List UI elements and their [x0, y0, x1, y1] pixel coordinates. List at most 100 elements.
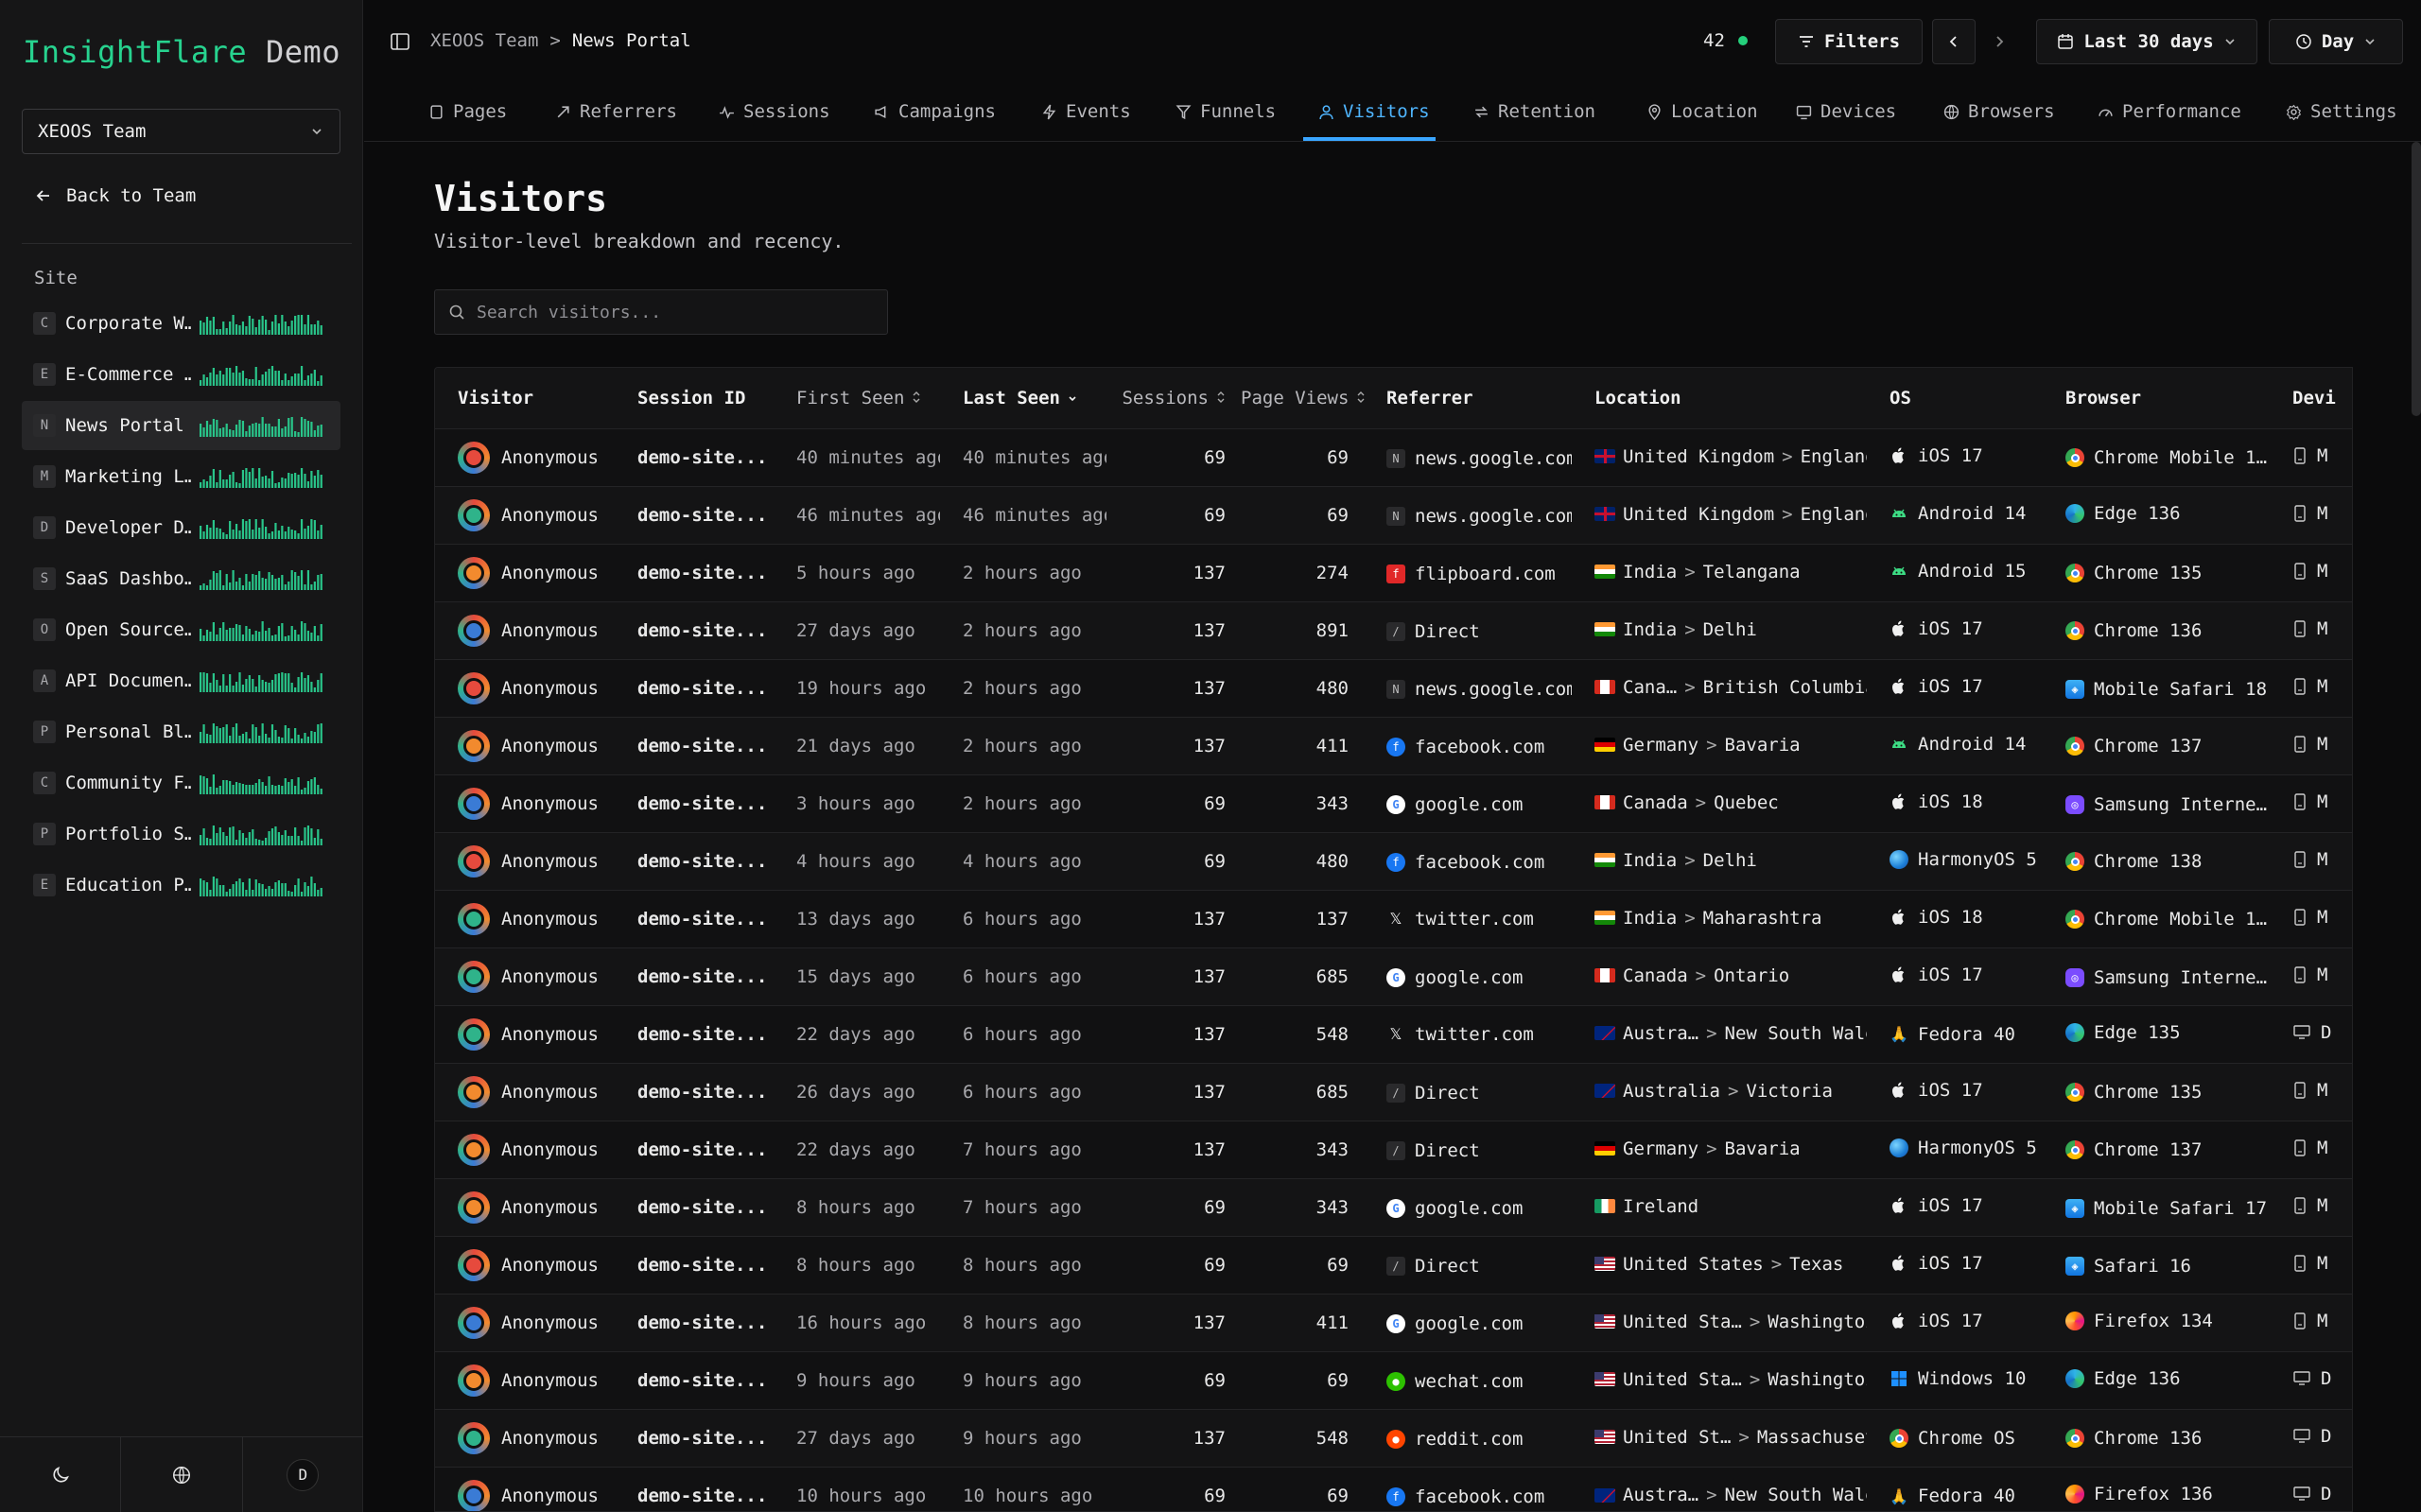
sidebar-site-item[interactable]: S SaaS Dashbo… [22, 554, 340, 603]
date-range-select[interactable]: Last 30 days [2036, 19, 2257, 64]
tab-location[interactable]: Location [1646, 101, 1758, 122]
table-row[interactable]: Anonymous demo-site... 5 hours ago 2 hou… [435, 543, 2352, 601]
tab-events[interactable]: Events [1041, 101, 1131, 122]
table-row[interactable]: Anonymous demo-site... 8 hours ago 7 hou… [435, 1177, 2352, 1236]
session-id-cell[interactable]: demo-site... [615, 1235, 774, 1294]
session-id-cell[interactable]: demo-site... [615, 831, 774, 890]
tab-browsers[interactable]: Browsers [1943, 101, 2055, 122]
sidebar-site-item[interactable]: N News Portal [22, 401, 340, 450]
next-period-button[interactable] [1977, 19, 2021, 64]
sidebar-site-item[interactable]: A API Documen… [22, 656, 340, 705]
sidebar-site-item[interactable]: C Corporate W… [22, 299, 340, 348]
table-row[interactable]: Anonymous demo-site... 22 days ago 7 hou… [435, 1120, 2352, 1178]
session-id-cell[interactable]: demo-site... [615, 716, 774, 774]
user-menu-button[interactable]: D [243, 1437, 363, 1512]
sidebar-site-item[interactable]: E Education P… [22, 860, 340, 910]
visitor-cell[interactable]: Anonymous [435, 1120, 615, 1178]
sidebar-site-item[interactable]: P Portfolio S… [22, 809, 340, 859]
session-id-cell[interactable]: demo-site... [615, 427, 774, 486]
table-row[interactable]: Anonymous demo-site... 4 hours ago 4 hou… [435, 831, 2352, 890]
sidebar-toggle-icon[interactable] [390, 31, 410, 52]
sidebar-site-item[interactable]: P Personal Bl… [22, 707, 340, 756]
search-visitors[interactable]: Search visitors... [434, 289, 888, 335]
session-id-cell[interactable]: demo-site... [615, 773, 774, 832]
page-scrollbar[interactable] [2412, 142, 2421, 416]
visitor-cell[interactable]: Anonymous [435, 1408, 615, 1467]
column-header[interactable]: Last Seen [940, 368, 1106, 428]
visitor-cell[interactable]: Anonymous [435, 1350, 615, 1409]
visitor-cell[interactable]: Anonymous [435, 485, 615, 544]
visitor-cell[interactable]: Anonymous [435, 1466, 615, 1511]
prev-period-button[interactable] [1932, 19, 1976, 64]
search-input[interactable]: Search visitors... [477, 303, 661, 322]
breadcrumb-team[interactable]: XEOOS Team [430, 30, 538, 51]
tab-campaigns[interactable]: Campaigns [874, 101, 996, 122]
session-id-cell[interactable]: demo-site... [615, 1004, 774, 1063]
tab-performance[interactable]: Performance [2098, 101, 2241, 122]
visitor-cell[interactable]: Anonymous [435, 1177, 615, 1236]
sidebar-site-item[interactable]: D Developer D… [22, 503, 340, 552]
session-id-cell[interactable]: demo-site... [615, 1120, 774, 1178]
session-id-cell[interactable]: demo-site... [615, 543, 774, 601]
visitor-cell[interactable]: Anonymous [435, 1235, 615, 1294]
session-id-cell[interactable]: demo-site... [615, 1062, 774, 1121]
sidebar-site-item[interactable]: C Community F… [22, 758, 340, 808]
tab-visitors[interactable]: Visitors [1318, 101, 1430, 122]
session-id-cell[interactable]: demo-site... [615, 1177, 774, 1236]
tab-retention[interactable]: Retention [1473, 101, 1595, 122]
session-id-cell[interactable]: demo-site... [615, 889, 774, 947]
table-row[interactable]: Anonymous demo-site... 3 hours ago 2 hou… [435, 773, 2352, 832]
tab-sessions[interactable]: Sessions [719, 101, 830, 122]
team-select[interactable]: XEOOS Team [22, 109, 340, 154]
tab-pages[interactable]: Pages [428, 101, 507, 122]
table-row[interactable]: Anonymous demo-site... 13 days ago 6 hou… [435, 889, 2352, 947]
visitor-cell[interactable]: Anonymous [435, 1004, 615, 1063]
tab-funnels[interactable]: Funnels [1176, 101, 1276, 122]
visitor-cell[interactable]: Anonymous [435, 1293, 615, 1351]
visitor-cell[interactable]: Anonymous [435, 889, 615, 947]
sidebar-site-item[interactable]: O Open Source… [22, 605, 340, 654]
visitor-cell[interactable]: Anonymous [435, 947, 615, 1005]
granularity-select[interactable]: Day [2269, 19, 2403, 64]
visitor-cell[interactable]: Anonymous [435, 658, 615, 717]
visitor-cell[interactable]: Anonymous [435, 1062, 615, 1121]
session-id-cell[interactable]: demo-site... [615, 1408, 774, 1467]
session-id-cell[interactable]: demo-site... [615, 658, 774, 717]
visitor-cell[interactable]: Anonymous [435, 831, 615, 890]
table-row[interactable]: Anonymous demo-site... 9 hours ago 9 hou… [435, 1350, 2352, 1409]
table-row[interactable]: Anonymous demo-site... 27 days ago 9 hou… [435, 1408, 2352, 1467]
table-row[interactable]: Anonymous demo-site... 19 hours ago 2 ho… [435, 658, 2352, 717]
session-id-cell[interactable]: demo-site... [615, 947, 774, 1005]
session-id-cell[interactable]: demo-site... [615, 485, 774, 544]
tab-referrers[interactable]: Referrers [555, 101, 677, 122]
session-id-cell[interactable]: demo-site... [615, 1350, 774, 1409]
column-header[interactable]: First Seen [774, 368, 940, 428]
sidebar-site-item[interactable]: E E-Commerce … [22, 350, 340, 399]
session-id-cell[interactable]: demo-site... [615, 1293, 774, 1351]
column-header[interactable]: Sessions [1106, 368, 1241, 428]
table-row[interactable]: Anonymous demo-site... 16 hours ago 8 ho… [435, 1293, 2352, 1351]
table-row[interactable]: Anonymous demo-site... 40 minutes ago 40… [435, 427, 2352, 486]
visitor-cell[interactable]: Anonymous [435, 427, 615, 486]
table-row[interactable]: Anonymous demo-site... 10 hours ago 10 h… [435, 1466, 2352, 1511]
table-row[interactable]: Anonymous demo-site... 26 days ago 6 hou… [435, 1062, 2352, 1121]
table-row[interactable]: Anonymous demo-site... 27 days ago 2 hou… [435, 600, 2352, 659]
language-button[interactable] [121, 1437, 243, 1512]
session-id-cell[interactable]: demo-site... [615, 1466, 774, 1511]
table-row[interactable]: Anonymous demo-site... 46 minutes ago 46… [435, 485, 2352, 544]
table-row[interactable]: Anonymous demo-site... 8 hours ago 8 hou… [435, 1235, 2352, 1294]
table-row[interactable]: Anonymous demo-site... 15 days ago 6 hou… [435, 947, 2352, 1005]
tab-settings[interactable]: Settings [2286, 101, 2397, 122]
theme-toggle-button[interactable] [0, 1437, 122, 1512]
session-id-cell[interactable]: demo-site... [615, 600, 774, 659]
back-to-team-link[interactable]: Back to Team [34, 185, 196, 206]
column-header[interactable]: Page Views [1241, 368, 1365, 428]
tab-devices[interactable]: Devices [1796, 101, 1896, 122]
table-row[interactable]: Anonymous demo-site... 22 days ago 6 hou… [435, 1004, 2352, 1063]
visitor-cell[interactable]: Anonymous [435, 716, 615, 774]
brand-logo[interactable]: InsightFlare Demo [23, 34, 340, 70]
visitor-cell[interactable]: Anonymous [435, 773, 615, 832]
table-row[interactable]: Anonymous demo-site... 21 days ago 2 hou… [435, 716, 2352, 774]
filters-button[interactable]: Filters [1775, 19, 1923, 64]
visitor-cell[interactable]: Anonymous [435, 543, 615, 601]
